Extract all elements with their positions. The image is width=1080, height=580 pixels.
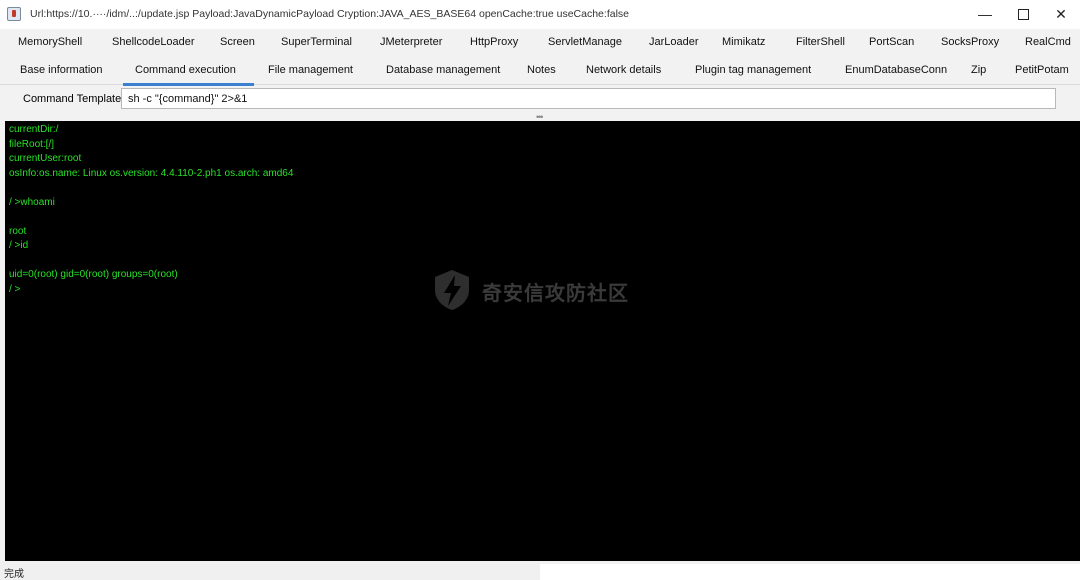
- command-template-input[interactable]: [121, 88, 1056, 109]
- app-window: Url:https://10.····/idm/..:/update.jsp P…: [0, 0, 1080, 564]
- maximize-button[interactable]: [1004, 0, 1042, 29]
- tab-screen[interactable]: Screen: [220, 28, 255, 56]
- tab-mimikatz[interactable]: Mimikatz: [722, 28, 765, 56]
- tab-network-details[interactable]: Network details: [586, 56, 661, 84]
- maximize-icon: [1017, 8, 1029, 20]
- tab-jarloader[interactable]: JarLoader: [649, 28, 699, 56]
- tab-zip[interactable]: Zip: [971, 56, 986, 84]
- tab-httpproxy[interactable]: HttpProxy: [470, 28, 518, 56]
- tab-command-execution[interactable]: Command execution: [123, 56, 254, 86]
- tab-filtershell[interactable]: FilterShell: [796, 28, 845, 56]
- tab-database-management[interactable]: Database management: [386, 56, 500, 84]
- console-output[interactable]: currentDir:/ fileRoot:[/] currentUser:ro…: [5, 121, 1080, 299]
- tab-base-information[interactable]: Base information: [20, 56, 103, 84]
- tab-superterminal[interactable]: SuperTerminal: [281, 28, 352, 56]
- command-template-label: Command Template: [23, 93, 122, 105]
- tab-socksproxy[interactable]: SocksProxy: [941, 28, 999, 56]
- close-button[interactable]: ✕: [1042, 0, 1080, 29]
- command-console[interactable]: currentDir:/ fileRoot:[/] currentUser:ro…: [5, 121, 1080, 561]
- tab-petitpotam[interactable]: PetitPotam: [1015, 56, 1069, 84]
- tab-jmeterpreter[interactable]: JMeterpreter: [380, 28, 442, 56]
- java-app-icon: [7, 7, 21, 21]
- tab-plugin-tag-management[interactable]: Plugin tag management: [695, 56, 811, 84]
- minimize-button[interactable]: —: [966, 0, 1004, 29]
- status-text: 完成: [4, 569, 24, 580]
- tab-enumdatabaseconn[interactable]: EnumDatabaseConn: [845, 56, 947, 84]
- status-bar: 完成: [0, 562, 540, 580]
- tab-portscan[interactable]: PortScan: [869, 28, 914, 56]
- tab-shellcodeloader[interactable]: ShellcodeLoader: [112, 28, 195, 56]
- window-title: Url:https://10.····/idm/..:/update.jsp P…: [30, 8, 629, 20]
- split-pane-divider[interactable]: •••: [0, 112, 1080, 122]
- main-tab-row: Base information Command execution File …: [0, 56, 1080, 86]
- divider-grip-icon: •••: [536, 112, 544, 122]
- tab-realcmd[interactable]: RealCmd: [1025, 28, 1071, 56]
- plugin-tab-row: MemoryShell ShellcodeLoader Screen Super…: [0, 28, 1080, 56]
- title-bar: Url:https://10.····/idm/..:/update.jsp P…: [0, 0, 1080, 29]
- tab-file-management[interactable]: File management: [268, 56, 353, 84]
- tab-servletmanage[interactable]: ServletManage: [548, 28, 622, 56]
- tab-memoryshell[interactable]: MemoryShell: [18, 28, 82, 56]
- tab-notes[interactable]: Notes: [527, 56, 556, 84]
